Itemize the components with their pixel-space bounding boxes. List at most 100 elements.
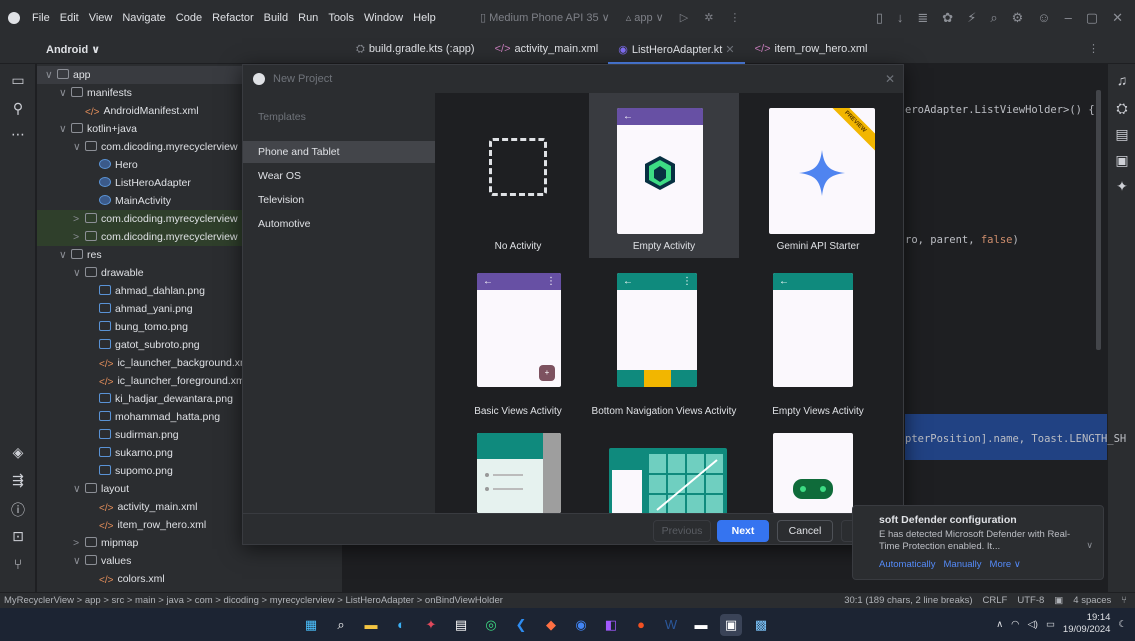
chevron-down-icon[interactable]: ∨ xyxy=(73,264,85,282)
template-basic-views-activity[interactable]: ← ⋮ + Basic Views Activity xyxy=(443,268,593,428)
minimize-icon[interactable]: – xyxy=(1065,10,1072,26)
chevron-up-icon[interactable]: ∧ xyxy=(996,619,1003,630)
app-icon[interactable]: ▩ xyxy=(750,614,772,636)
breadcrumb[interactable]: MyRecyclerView > app > src > main > java… xyxy=(4,595,503,606)
run-icon[interactable]: ▷ xyxy=(680,11,688,24)
template-no-activity[interactable]: No Activity xyxy=(443,93,593,258)
chevron-right-icon[interactable]: > xyxy=(73,534,85,552)
menu-view[interactable]: View xyxy=(89,12,113,24)
chevron-down-icon[interactable]: ∨ xyxy=(73,480,85,498)
tab-build-gradle[interactable]: ⛭ build.gradle.kts (:app) xyxy=(346,36,485,64)
device-selector[interactable]: ▯ Medium Phone API 35 ∨ xyxy=(480,11,610,24)
profile-icon[interactable]: ⚡ xyxy=(967,10,976,26)
file-encoding[interactable]: UTF-8 xyxy=(1017,595,1044,606)
version-control-icon[interactable]: ⑂ xyxy=(0,556,36,572)
notepad-icon[interactable]: ▤ xyxy=(450,614,472,636)
build-variants-icon[interactable]: ⇶ xyxy=(0,472,36,489)
menu-build[interactable]: Build xyxy=(264,12,288,24)
chevron-down-icon[interactable]: ∨ xyxy=(59,120,71,138)
gradle-tool-icon[interactable]: ⛭ xyxy=(1108,100,1135,117)
android-studio-logo-icon[interactable] xyxy=(8,12,20,24)
chevron-down-icon[interactable]: ∨ xyxy=(73,552,85,570)
edge-browser-icon[interactable]: ◐ xyxy=(390,614,412,636)
device-file-icon[interactable]: ▤ xyxy=(1108,126,1135,143)
build-icon[interactable]: ✿ xyxy=(942,10,953,26)
readonly-toggle-icon[interactable]: ▣ xyxy=(1054,595,1063,606)
volume-icon[interactable]: ◁) xyxy=(1027,619,1037,630)
app-icon[interactable]: ▣ xyxy=(720,614,742,636)
project-view-selector[interactable]: Android ∨ xyxy=(46,43,100,56)
commit-tool-icon[interactable]: ⚲ xyxy=(0,100,36,117)
action-automatically[interactable]: Automatically xyxy=(879,559,936,570)
chevron-down-icon[interactable]: ∨ xyxy=(59,84,71,102)
tree-item[interactable]: ∨ values xyxy=(37,552,342,570)
menu-file[interactable]: File xyxy=(32,12,50,24)
debug-icon[interactable]: ✲ xyxy=(704,11,713,24)
tab-activity-main[interactable]: </> activity_main.xml xyxy=(485,36,609,64)
close-icon[interactable]: ✕ xyxy=(1112,10,1123,26)
account-icon[interactable]: ☺ xyxy=(1037,10,1050,26)
template-empty-activity[interactable]: ← Empty Activity xyxy=(589,93,739,258)
app-icon[interactable]: ◉ xyxy=(570,614,592,636)
category-automotive[interactable]: Automotive xyxy=(243,213,435,235)
template-navigation-drawer[interactable] xyxy=(443,433,593,513)
more-icon[interactable]: ⋮ xyxy=(729,11,740,24)
menu-window[interactable]: Window xyxy=(364,12,403,24)
menu-code[interactable]: Code xyxy=(176,12,202,24)
tabs-more-icon[interactable]: ⋮ xyxy=(1088,42,1099,55)
running-devices-icon[interactable]: ▣ xyxy=(1108,152,1135,169)
next-button[interactable]: Next xyxy=(717,520,769,542)
notification-center-icon[interactable]: ☾ xyxy=(1118,619,1127,630)
template-empty-views-activity[interactable]: ← Empty Views Activity xyxy=(743,268,893,428)
tab-list-hero-adapter[interactable]: ◉ ListHeroAdapter.kt ✕ xyxy=(608,36,745,64)
cancel-button[interactable]: Cancel xyxy=(777,520,833,542)
notifications-icon[interactable]: ♫ xyxy=(1108,72,1135,88)
category-television[interactable]: Television xyxy=(243,189,435,211)
previous-button[interactable]: Previous xyxy=(653,520,711,542)
category-wear-os[interactable]: Wear OS xyxy=(243,165,435,187)
template-game-activity[interactable] xyxy=(743,433,893,513)
vscode-icon[interactable]: ❮ xyxy=(510,614,532,636)
caret-position[interactable]: 30:1 (189 chars, 2 line breaks) xyxy=(844,595,972,606)
app-icon[interactable]: ◆ xyxy=(540,614,562,636)
file-explorer-icon[interactable]: ▬ xyxy=(360,614,382,636)
chevron-right-icon[interactable]: > xyxy=(73,228,85,246)
sdk-manager-icon[interactable]: ↓ xyxy=(897,10,904,26)
chevron-down-icon[interactable]: ∨ xyxy=(1086,540,1093,551)
layout-inspector-icon[interactable]: ≣ xyxy=(917,10,928,26)
terminal-taskbar-icon[interactable]: ▬ xyxy=(690,614,712,636)
template-bottom-navigation-views-activity[interactable]: ← ⋮ Bottom Navigation Views Activity xyxy=(589,268,739,428)
resource-manager-icon[interactable]: ◈ xyxy=(0,444,36,461)
menu-tools[interactable]: Tools xyxy=(328,12,354,24)
menu-run[interactable]: Run xyxy=(298,12,318,24)
chevron-down-icon[interactable]: ∨ xyxy=(59,246,71,264)
project-tool-icon[interactable]: ▭ xyxy=(0,72,36,89)
device-manager-icon[interactable]: ▯ xyxy=(876,10,883,26)
editor-scrollbar[interactable] xyxy=(1096,90,1101,350)
gemini-icon[interactable]: ✦ xyxy=(1108,178,1135,195)
line-separator[interactable]: CRLF xyxy=(983,595,1008,606)
chevron-down-icon[interactable]: ∨ xyxy=(73,138,85,156)
run-config-selector[interactable]: ▵ app ∨ xyxy=(626,11,664,24)
template-responsive-views[interactable] xyxy=(589,448,739,513)
word-icon[interactable]: W xyxy=(660,614,682,636)
clock[interactable]: 19:14 19/09/2024 xyxy=(1063,612,1111,636)
more-tools-icon[interactable]: ⋯ xyxy=(0,126,36,143)
tree-item[interactable]: </> colors.xml xyxy=(37,570,342,588)
search-icon[interactable]: ⌕ xyxy=(990,10,997,26)
app-icon[interactable]: ● xyxy=(630,614,652,636)
settings-gear-icon[interactable]: ⚙ xyxy=(1012,10,1024,26)
action-manually[interactable]: Manually xyxy=(944,559,982,570)
action-more[interactable]: More ∨ xyxy=(990,559,1021,570)
indent-setting[interactable]: 4 spaces xyxy=(1073,595,1111,606)
app-icon[interactable]: ✦ xyxy=(420,614,442,636)
app-icon[interactable]: ◧ xyxy=(600,614,622,636)
category-phone-tablet[interactable]: Phone and Tablet xyxy=(243,141,435,163)
dialog-close-icon[interactable]: ✕ xyxy=(885,72,895,86)
problems-icon[interactable]: ⓘ xyxy=(0,500,36,520)
android-studio-taskbar-icon[interactable]: ◎ xyxy=(480,614,502,636)
chevron-right-icon[interactable]: > xyxy=(73,210,85,228)
terminal-icon[interactable]: ⊡ xyxy=(0,528,36,545)
menu-navigate[interactable]: Navigate xyxy=(122,12,165,24)
menu-help[interactable]: Help xyxy=(413,12,436,24)
